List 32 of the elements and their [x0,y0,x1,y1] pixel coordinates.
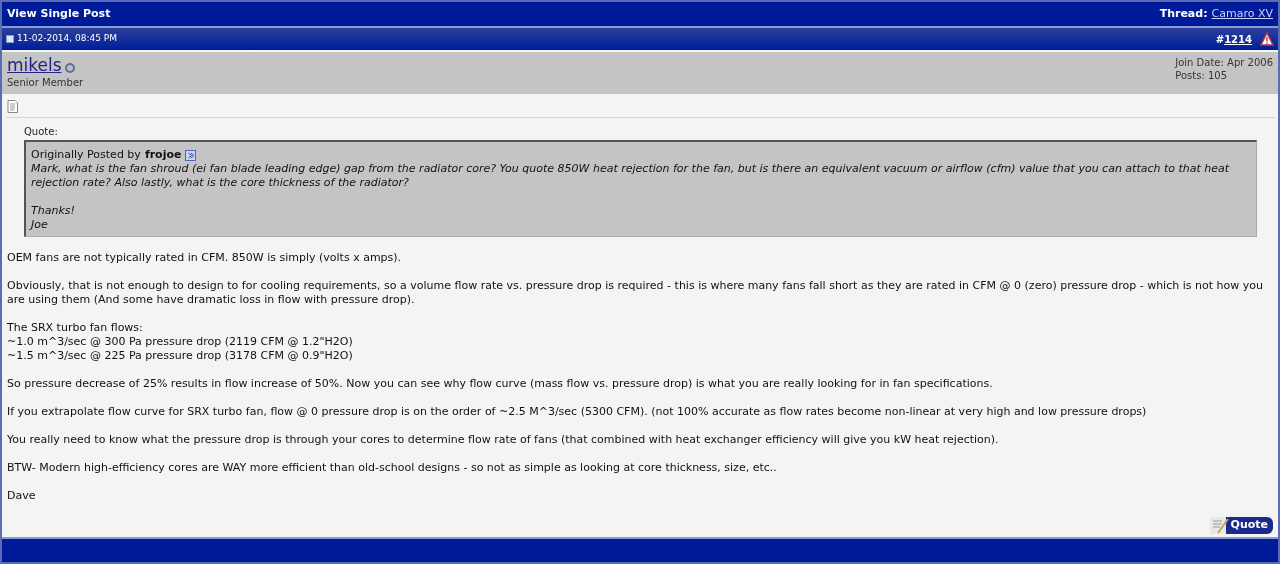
post-text: Obviously, that is not enough to design to for cooling requirements, so a volume flow rate vs. pressure drop is required - this is where many fans fall short as they are rated in CFM @ 0 (zero) pressure drop - which is not how you are using them (And some have dramatic loss in flow with pressure drop). [7,279,1264,307]
post-icon [6,35,14,43]
report-icon[interactable] [1260,32,1274,46]
join-date: Join Date: Apr 2006 [1175,56,1273,69]
post-text: If you extrapolate flow curve for SRX turbo fan, flow @ 0 pressure drop is on the order of ~2.5 M^3/sec (5300 CFM). (not 100% accurate as flow rates become non-linear at very high and low pressure drops) [7,405,1148,419]
quote-button[interactable]: Quote [1209,517,1273,534]
username-link[interactable]: mikels [7,56,62,75]
quote-label: Quote: [24,125,59,139]
document-icon [7,100,18,113]
document-pen-icon [1209,517,1230,534]
user-rank: Senior Member [7,76,84,90]
post-text: You really need to know what the pressure drop is through your cores to determine flow rate of fans (that combined with heat exchanger efficiency will give you kW heat rejection). [7,433,1000,447]
post-text: Dave [7,489,37,503]
quote-author: frojoe [144,148,182,162]
post-date: 11-02-2014, 08:45 PM [17,32,117,46]
thread-label: Thread: [1159,5,1208,22]
post-text: BTW- Modern high-efficiency cores are WAY more efficient than old-school designs - so not as simple as looking at core thickness, size, etc.. [7,461,778,475]
post-text: OEM fans are not typically rated in CFM. 850W is simply (volts x amps). [7,251,403,265]
post-count: Posts: 105 [1175,69,1229,82]
quote-text: Thanks! [31,204,76,218]
post-text: So pressure decrease of 25% results in flow increase of 50%. Now you can see why flow curve (mass flow vs. pressure drop) is what you are really looking for in fan specifications. [7,377,994,391]
quote-attribution: Originally Posted by [31,148,141,162]
quote-text: Joe [31,218,49,232]
post-number-link[interactable]: 1214 [1224,31,1252,47]
view-post-icon[interactable] [185,149,197,161]
thread-link[interactable]: Camaro XV [1211,5,1273,23]
page-title: View Single Post [7,5,111,22]
quote-text: Mark, what is the fan shroud (ei fan blade leading edge) gap from the radiator core? You quote 850W heat rejection for the fan, but is there an equivalent vacuum or airflow (cfm) value that you can attach to that heat rejection rate? Also lastly, what is the core thickness of the radiator? [31,162,1231,190]
hash-sign: # [1215,32,1225,47]
post-text: The SRX turbo fan flows: [7,321,144,335]
post-text: ~1.0 m^3/sec @ 300 Pa pressure drop (2119 CFM @ 1.2"H2O) [7,335,354,349]
post-text: ~1.5 m^3/sec @ 225 Pa pressure drop (3178 CFM @ 0.9"H2O) [7,349,354,363]
